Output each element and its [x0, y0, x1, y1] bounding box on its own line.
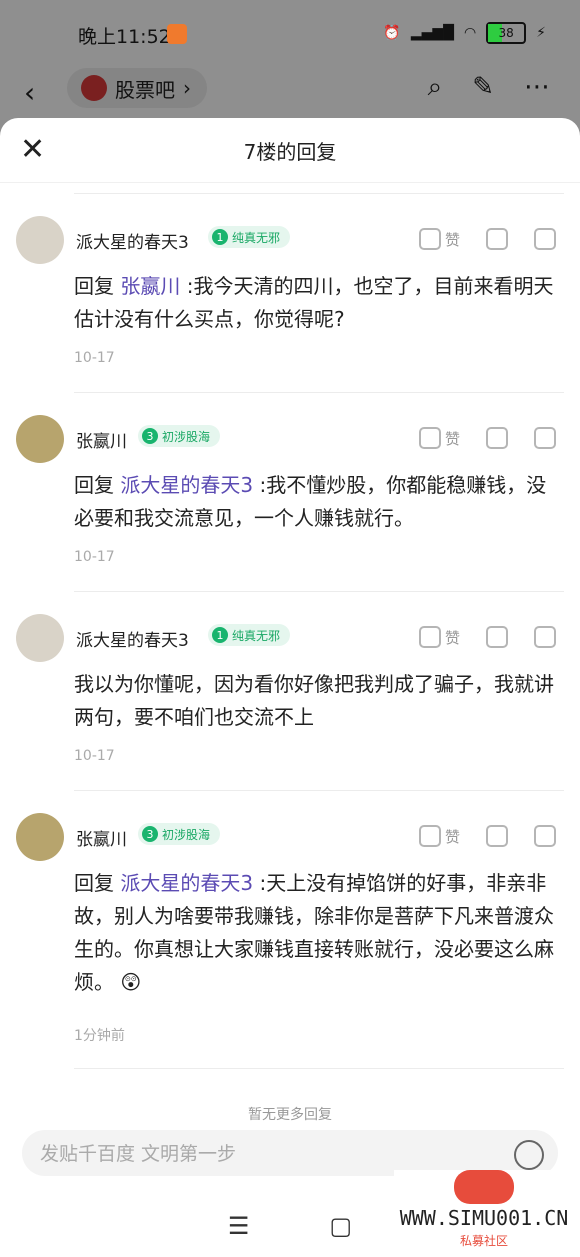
level-badge: 1 纯真无邪	[208, 226, 291, 248]
reply-content: 回复 派大星的春天3 :我不懂炒股，你都能稳赚钱，没必要和我交流意见，一个人赚钱…	[74, 473, 547, 530]
thumbs-down-icon[interactable]	[486, 228, 508, 250]
avatar[interactable]	[16, 415, 64, 463]
top-nav: ‹ 股票吧 › ⌕ ✎ ⋯	[0, 68, 580, 120]
watermark-logo	[454, 1170, 514, 1204]
watermark-text: WWW.SIMU001.CN	[399, 1206, 569, 1230]
username[interactable]: 派大星的春天3	[76, 626, 189, 651]
forum-name: 股票吧	[115, 77, 175, 102]
thumbs-up-icon	[418, 626, 441, 648]
like-button[interactable]: 赞	[418, 427, 460, 449]
avatar[interactable]	[16, 614, 64, 662]
sheet-title: 7楼的回复	[243, 140, 337, 164]
comment-icon[interactable]	[534, 427, 556, 449]
thumbs-down-icon[interactable]	[486, 825, 508, 847]
status-time: 晚上11:52	[78, 26, 171, 48]
divider	[74, 591, 564, 592]
like-button[interactable]: 赞	[418, 626, 460, 648]
mention-link[interactable]: 派大星的春天3	[120, 871, 253, 895]
divider	[74, 790, 564, 791]
comment-icon[interactable]	[534, 825, 556, 847]
level-badge: 3 初涉股海	[138, 425, 221, 447]
thumbs-up-icon	[418, 228, 441, 250]
divider	[74, 1068, 564, 1069]
status-bar: 晚上11:52 ⏰ ▂▄▆█ ◠ 38 ⚡	[0, 0, 580, 68]
sheet-header: ✕ 7楼的回复	[0, 118, 580, 183]
app-notification-icon	[167, 24, 187, 44]
comment-icon[interactable]	[534, 626, 556, 648]
username[interactable]: 张嬴川	[76, 825, 127, 850]
reply-sheet: ✕ 7楼的回复 派大星的春天3 1 纯真无邪 赞 回复 张嬴川 :我今天清的四川，…	[0, 118, 580, 1257]
forum-avatar	[81, 75, 107, 101]
divider	[74, 392, 564, 393]
menu-icon[interactable]: ☰	[228, 1212, 250, 1242]
level-badge: 1 纯真无邪	[208, 624, 291, 646]
divider	[74, 193, 564, 194]
thumbs-up-icon	[418, 825, 441, 847]
reply-date: 10-17	[74, 549, 115, 565]
more-icon[interactable]: ⋯	[524, 72, 550, 103]
no-more-replies: 暂无更多回复	[248, 1107, 332, 1123]
charging-icon: ⚡	[536, 25, 546, 41]
home-icon[interactable]: ▢	[329, 1212, 352, 1242]
thumbs-down-icon[interactable]	[486, 626, 508, 648]
avatar[interactable]	[16, 813, 64, 861]
mention-link[interactable]: 派大星的春天3	[120, 473, 253, 497]
mention-link[interactable]: 张嬴川	[120, 274, 180, 298]
avatar[interactable]	[16, 216, 64, 264]
chevron-right-icon: ›	[183, 76, 191, 100]
edit-icon[interactable]: ✎	[472, 72, 494, 103]
wifi-icon: ◠	[463, 25, 477, 41]
forum-pill[interactable]: 股票吧 ›	[67, 68, 207, 108]
like-button[interactable]: 赞	[418, 825, 460, 847]
reply-content: 我以为你懂呢，因为看你好像把我判成了骗子，我就讲两句，要不咱们也交流不上	[74, 672, 554, 729]
battery-icon: 38	[486, 22, 527, 44]
signal-icon: ▂▄▆█	[410, 25, 454, 41]
emoji-icon: 😲	[120, 970, 142, 994]
search-icon[interactable]: ⌕	[428, 72, 443, 103]
reply-date: 10-17	[74, 350, 115, 366]
comment-icon[interactable]	[534, 228, 556, 250]
thumbs-down-icon[interactable]	[486, 427, 508, 449]
reply-content: 回复 派大星的春天3 :天上没有掉馅饼的好事，非亲非故，别人为啥要带我赚钱，除非…	[74, 871, 554, 994]
level-badge: 3 初涉股海	[138, 823, 221, 845]
reply-date: 1分钟前	[74, 1028, 125, 1044]
chevron-left-icon[interactable]: ‹	[24, 76, 35, 109]
watermark-subtitle: 私募社区	[459, 1234, 508, 1248]
emoji-icon[interactable]	[514, 1140, 544, 1170]
reply-date: 10-17	[74, 748, 115, 764]
watermark: WWW.SIMU001.CN 私募社区	[394, 1170, 574, 1248]
username[interactable]: 派大星的春天3	[76, 228, 189, 253]
like-button[interactable]: 赞	[418, 228, 460, 250]
thumbs-up-icon	[418, 427, 441, 449]
alarm-icon: ⏰	[383, 25, 401, 41]
username[interactable]: 张嬴川	[76, 427, 127, 452]
reply-content: 回复 张嬴川 :我今天清的四川，也空了，目前来看明天估计没有什么买点，你觉得呢?	[74, 274, 554, 331]
